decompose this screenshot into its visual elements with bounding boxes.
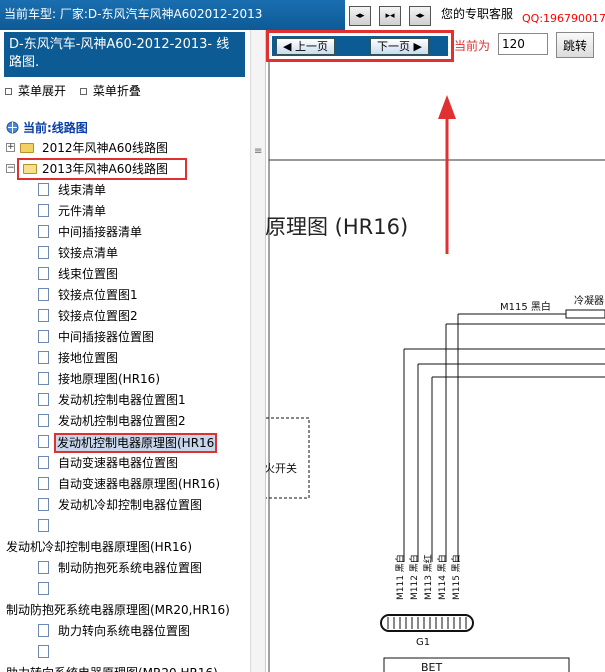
tree-folder-2012[interactable]: + 2012年风神A60线路图 — [6, 138, 246, 158]
tree-item-label: 发动机控制电器位置图2 — [58, 414, 186, 428]
tree-item-label: 中间插接器清单 — [58, 225, 143, 239]
wire-label-m114: M114 黑白 — [436, 554, 448, 600]
tree-item-label: 制动防抱死系统电器位置图 — [58, 561, 203, 575]
main-pane-divider[interactable]: ≡ — [252, 30, 266, 672]
document-icon — [38, 582, 49, 595]
car-model-info: 当前车型: 厂家:D-东风汽车风神A602012-2013 — [4, 7, 263, 21]
collapse-minus-icon[interactable]: − — [6, 164, 15, 173]
prev-page-label: 上一页 — [294, 40, 328, 53]
document-icon — [38, 456, 49, 469]
tree-item-label: 中间插接器位置图 — [58, 330, 155, 344]
main-pane: ◀ 上一页 下一页 ▶ 当前为 跳转 原理图 (HR16) M115 黑白 — [266, 30, 605, 672]
expand-all-button[interactable]: 菜单展开 — [5, 82, 66, 99]
document-icon — [38, 414, 49, 427]
document-icon — [38, 246, 49, 259]
page-number-input[interactable] — [498, 33, 548, 55]
tree-item-label: 铰接点位置图2 — [58, 309, 138, 323]
bottom-component-label: BET — [421, 661, 442, 672]
document-icon — [38, 393, 49, 406]
globe-icon — [6, 121, 19, 134]
next-arrow-icon: ▶ — [413, 40, 422, 53]
next-page-label: 下一页 — [377, 40, 410, 53]
tree-item-label: 助力转向系统电器位置图 — [58, 624, 191, 638]
document-icon — [38, 183, 49, 196]
document-icon — [38, 498, 49, 511]
document-icon — [38, 267, 49, 280]
collapse-all-icon — [79, 88, 87, 95]
current-page-label: 当前为 — [454, 39, 491, 53]
tree-item-label: 线束位置图 — [58, 267, 119, 281]
tree-item-label: 线束清单 — [58, 183, 107, 197]
tree-item-label: 接地位置图 — [58, 351, 119, 365]
wiring-diagram: 原理图 (HR16) M115 黑白 冷凝器 火开关 M111 黑白 M112 … — [266, 62, 605, 672]
document-icon — [38, 477, 49, 490]
wire-label-m111: M111 黑白 — [394, 554, 406, 600]
diagram-title: 原理图 (HR16) — [266, 215, 408, 239]
tree-controls: 菜单展开 菜单折叠 — [5, 82, 151, 99]
document-icon — [38, 519, 49, 532]
top-bar: 当前车型: 厂家:D-东风汽车风神A602012-2013 ◂▸ ▸◂ ◂▸ 您… — [0, 0, 605, 30]
sidebar-title: D-东风汽车-风神A60-2012-2013- 线路图. — [4, 32, 245, 77]
pager-highlight: ◀ 上一页 下一页 ▶ — [266, 30, 454, 62]
layout-right-button[interactable]: ◂▸ — [409, 6, 431, 26]
collapse-all-label: 菜单折叠 — [92, 84, 141, 98]
tree-item-label: 元件清单 — [58, 204, 107, 218]
divider-grip-icon: ≡ — [254, 146, 263, 157]
tree-item-label: 自动变速器电器原理图(HR16) — [58, 477, 220, 491]
prev-page-button[interactable]: ◀ 上一页 — [276, 38, 335, 55]
tree-item-label: 铰接点位置图1 — [58, 288, 138, 302]
tree-item-label: 发动机控制电器原理图(HR16 — [54, 433, 218, 453]
document-icon — [38, 435, 49, 448]
document-icon — [38, 351, 49, 364]
wire-label-m113: M113 黑红 — [422, 554, 434, 600]
tree-root-label: 当前:线路图 — [23, 121, 88, 135]
tree-item-label: 发动机控制电器位置图1 — [58, 393, 186, 407]
pager-bar: ◀ 上一页 下一页 ▶ — [272, 36, 448, 56]
tree-item-label: 发动机冷却控制电器位置图 — [58, 498, 203, 512]
open-folder-icon — [23, 164, 37, 174]
layout-split-button[interactable]: ▸◂ — [379, 6, 401, 26]
switch-label: 火开关 — [266, 461, 297, 475]
tree-item-label: 助力转向系统电器原理图(MR20,HR16) — [6, 663, 218, 672]
document-icon — [38, 624, 49, 637]
tree-item-label: 接地原理图(HR16) — [58, 372, 160, 386]
document-icon — [38, 309, 49, 322]
qq-contact[interactable]: QQ:196790017 — [522, 12, 605, 25]
collapse-all-button[interactable]: 菜单折叠 — [79, 82, 141, 99]
wire-label-m112: M112 黑白 — [408, 554, 420, 600]
jump-button[interactable]: 跳转 — [556, 32, 594, 58]
tree-item-label: 铰接点清单 — [58, 246, 119, 260]
ground-label: G1 — [416, 637, 430, 648]
folder-icon — [20, 143, 34, 153]
prev-arrow-icon: ◀ — [283, 40, 292, 53]
tree-folder-label: 2012年风神A60线路图 — [42, 141, 169, 155]
tree-item-label: 发动机冷却控制电器原理图(HR16) — [6, 540, 192, 554]
expand-all-label: 菜单展开 — [18, 84, 67, 98]
tree-folder-label: 2013年风神A60线路图 — [42, 162, 169, 176]
wire-label-m115: M115 黑白 — [500, 300, 551, 313]
layout-left-button[interactable]: ◂▸ — [349, 6, 371, 26]
component-label: 冷凝器 — [574, 294, 604, 307]
tree-folder-2013[interactable]: − 2013年风神A60线路图 — [6, 158, 246, 180]
tree-item-label: 自动变速器电器位置图 — [58, 456, 179, 470]
document-icon — [38, 645, 49, 658]
expand-plus-icon[interactable]: + — [6, 143, 15, 152]
tree-item-label: 制动防抱死系统电器原理图(MR20,HR16) — [6, 603, 230, 617]
top-bar-car-panel: 当前车型: 厂家:D-东风汽车风神A602012-2013 — [0, 0, 345, 30]
next-page-button[interactable]: 下一页 ▶ — [370, 38, 429, 55]
app-window: { "topbar": { "car_info": "当前车型: 厂家:D-东风… — [0, 0, 605, 672]
expand-all-icon — [5, 88, 12, 95]
document-icon — [38, 288, 49, 301]
document-icon — [38, 561, 49, 574]
sidebar: D-东风汽车-风神A60-2012-2013- 线路图. 菜单展开 菜单折叠 当… — [0, 30, 250, 672]
document-icon — [38, 372, 49, 385]
document-icon — [38, 204, 49, 217]
document-icon — [38, 330, 49, 343]
wire-label-m115-vertical: M115 黑白 — [450, 554, 462, 600]
service-label: 您的专职客服 — [441, 7, 514, 21]
document-icon — [38, 225, 49, 238]
